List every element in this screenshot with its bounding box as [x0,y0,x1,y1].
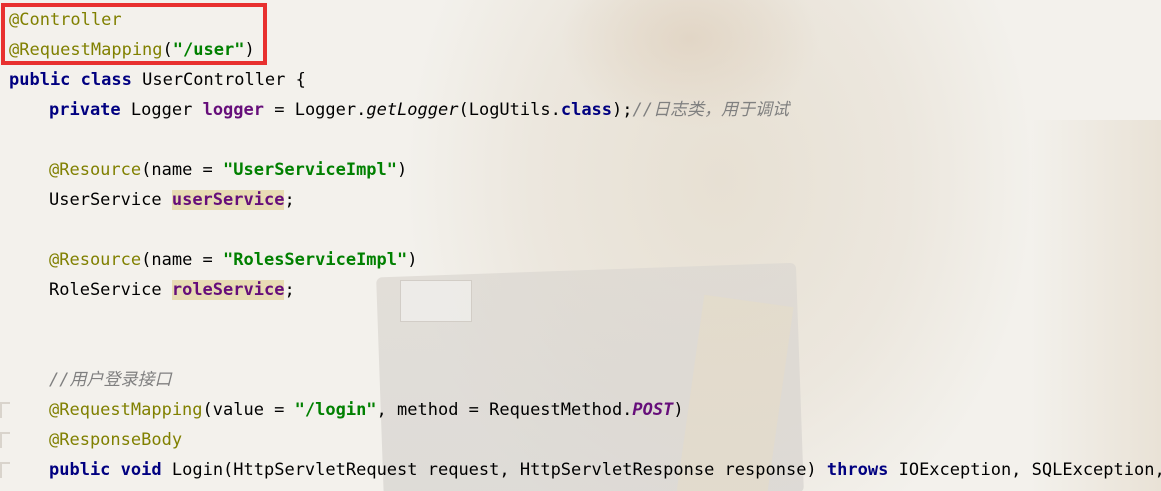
code-line: @ResponseBody [0,425,1161,455]
string-literal: "RolesServiceImpl" [223,250,408,270]
highlight-box [1,3,267,65]
code-editor[interactable]: @Controller @RequestMapping("/user") pub… [0,5,1161,485]
code-line: UserService userService; [49,190,295,210]
annotation: @Resource [49,160,142,180]
annotation: @ResponseBody [49,430,183,450]
code-comment: //日志类，用于调试 [632,100,789,120]
annotation: @RequestMapping [49,400,203,420]
code-line: //用户登录接口 [0,365,1161,395]
annotation: @Resource [49,250,142,270]
highlighted-field: userService [171,190,285,210]
code-line: public void Login(HttpServletRequest req… [49,460,1161,480]
string-literal: "UserServiceImpl" [223,160,398,180]
code-line: public class UserController { [9,70,306,90]
code-line: private Logger logger = Logger.getLogger… [49,100,789,120]
code-line: @Resource(name = "RolesServiceImpl") [49,250,418,270]
code-line: @Resource(name = "UserServiceImpl") [49,160,408,180]
constant: POST [632,400,674,420]
field-name: logger [202,100,264,120]
code-line: @RequestMapping(value = "/login", method… [49,400,684,420]
code-line: RoleService roleService; [49,280,295,300]
code-comment: //用户登录接口 [49,370,172,390]
highlighted-field: roleService [171,280,285,300]
string-literal: "/login" [294,400,377,420]
